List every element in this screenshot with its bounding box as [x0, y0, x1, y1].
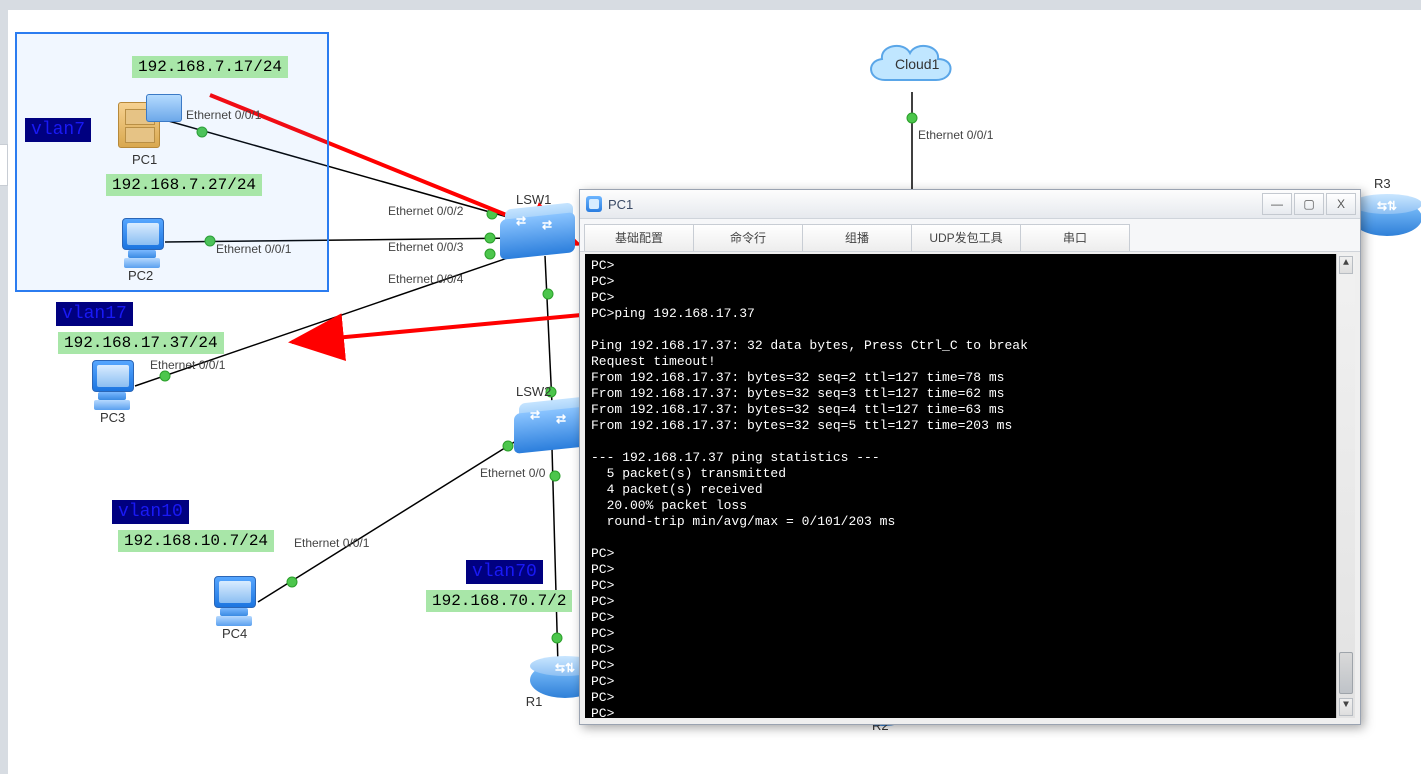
device-r3[interactable]: ⇆⇅ [1352, 190, 1421, 240]
vlan-label-7: vlan7 [25, 118, 91, 142]
tab-basic-config[interactable]: 基础配置 [584, 224, 694, 251]
terminal-window-pc1[interactable]: PC1 — ▢ X 基础配置 命令行 组播 UDP发包工具 串口 PC> PC>… [579, 189, 1361, 725]
app-icon [586, 196, 602, 212]
topology-canvas[interactable]: vlan7 192.168.7.17/24 PC1 Ethernet 0/0/1… [0, 0, 1421, 774]
tab-multicast[interactable]: 组播 [802, 224, 912, 251]
scroll-thumb[interactable] [1339, 652, 1353, 694]
close-button[interactable]: X [1326, 193, 1356, 215]
device-pc2[interactable] [118, 216, 166, 264]
terminal-titlebar[interactable]: PC1 — ▢ X [580, 190, 1360, 219]
terminal-title: PC1 [608, 197, 633, 212]
device-pc4[interactable] [210, 574, 258, 622]
device-cloud1[interactable] [860, 35, 960, 95]
scroll-up-icon[interactable]: ▲ [1339, 256, 1353, 274]
minimize-button[interactable]: — [1262, 193, 1292, 215]
terminal-scrollbar[interactable]: ▲ ▼ [1336, 254, 1355, 718]
vlan-label-17: vlan17 [56, 302, 133, 326]
tab-serial[interactable]: 串口 [1020, 224, 1130, 251]
device-lsw2[interactable]: ⇄⇄ [514, 400, 589, 450]
vlan-label-70: vlan70 [466, 560, 543, 584]
terminal-tab-bar: 基础配置 命令行 组播 UDP发包工具 串口 [580, 219, 1360, 252]
device-pc1[interactable] [118, 94, 180, 150]
scroll-down-icon[interactable]: ▼ [1339, 698, 1353, 716]
tab-udp-tool[interactable]: UDP发包工具 [911, 224, 1021, 251]
vlan-label-10: vlan10 [112, 500, 189, 524]
device-pc3[interactable] [88, 358, 136, 406]
terminal-output[interactable]: PC> PC> PC> PC>ping 192.168.17.37 Ping 1… [585, 254, 1355, 718]
device-lsw1[interactable]: ⇄⇄ [500, 206, 575, 256]
tab-cli[interactable]: 命令行 [693, 224, 803, 251]
maximize-button[interactable]: ▢ [1294, 193, 1324, 215]
terminal-text: PC> PC> PC> PC>ping 192.168.17.37 Ping 1… [591, 258, 1349, 718]
tab-filler [1129, 225, 1361, 251]
